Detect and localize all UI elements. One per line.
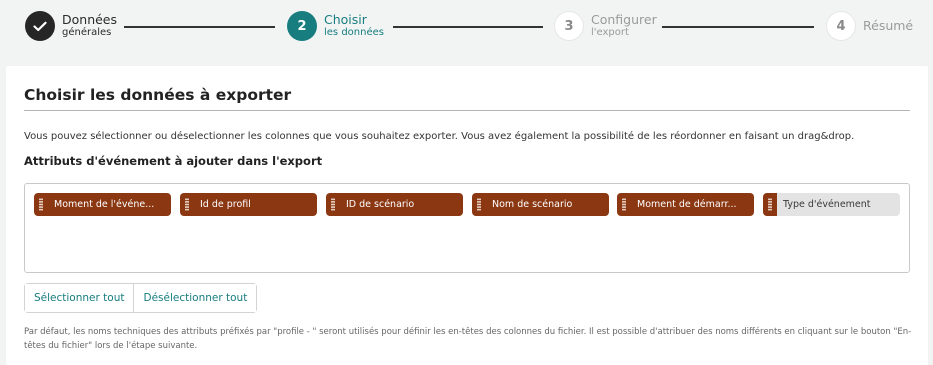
drag-handle-icon[interactable] xyxy=(34,193,48,216)
step-choose-data[interactable]: 2 Choisir les données xyxy=(287,11,384,41)
select-all-button[interactable]: Sélectionner tout xyxy=(25,284,134,312)
step-subtitle: générales xyxy=(62,27,112,39)
attribute-chip-deselected[interactable]: Type d'événement xyxy=(763,193,900,216)
step-subtitle: l'export xyxy=(591,27,629,39)
step-title: Choisir xyxy=(324,11,367,27)
step-title: Données xyxy=(62,11,118,27)
attribute-chip[interactable]: Id de profil xyxy=(180,193,317,216)
attribute-chip[interactable]: Moment de l'événe... xyxy=(34,193,171,216)
attribute-chip-label: Nom de scénario xyxy=(492,199,573,210)
drag-handle-icon[interactable] xyxy=(763,193,777,216)
step-number-badge: 4 xyxy=(826,11,856,41)
step-number-badge: 2 xyxy=(287,11,317,41)
attribute-chip-label: Moment de l'événe... xyxy=(54,199,155,210)
step-subtitle: les données xyxy=(324,27,384,39)
attribute-chip-label: Id de profil xyxy=(200,199,251,210)
attribute-chip[interactable]: ID de scénario xyxy=(326,193,463,216)
intro-text: Vous pouvez sélectionner ou déselectionn… xyxy=(24,131,855,142)
step-connector xyxy=(662,26,814,28)
drag-handle-icon[interactable] xyxy=(472,193,486,216)
selection-button-group: Sélectionner tout Désélectionner tout xyxy=(24,283,258,313)
check-icon xyxy=(25,11,55,41)
step-general-data[interactable]: Données générales xyxy=(25,11,117,41)
step-summary[interactable]: 4 Résumé xyxy=(826,11,913,41)
step-title: Résumé xyxy=(863,17,914,33)
wizard-stepper: Données générales 2 Choisir les données … xyxy=(0,0,933,56)
export-data-card: Choisir les données à exporter Vous pouv… xyxy=(6,66,928,365)
step-number-badge: 3 xyxy=(554,11,584,41)
page-title: Choisir les données à exporter xyxy=(24,86,292,104)
step-title: Configurer xyxy=(591,11,657,27)
section-title: Attributs d'événement à ajouter dans l'e… xyxy=(24,154,323,168)
title-divider xyxy=(24,110,910,111)
attributes-dropzone[interactable]: Moment de l'événe... Id de profil ID de … xyxy=(24,183,910,273)
attribute-chip-label: ID de scénario xyxy=(346,199,415,210)
drag-handle-icon[interactable] xyxy=(617,193,631,216)
headers-info-note: Par défaut, les noms techniques des attr… xyxy=(24,327,912,351)
step-connector xyxy=(124,26,275,28)
attribute-chip-label: Moment de démarr... xyxy=(637,199,737,210)
step-configure[interactable]: 3 Configurer l'export xyxy=(554,11,657,41)
deselect-all-button[interactable]: Désélectionner tout xyxy=(133,284,257,312)
attribute-chip[interactable]: Nom de scénario xyxy=(472,193,609,216)
drag-handle-icon[interactable] xyxy=(180,193,194,216)
step-connector xyxy=(393,26,543,28)
drag-handle-icon[interactable] xyxy=(326,193,340,216)
attribute-chip-label: Type d'événement xyxy=(783,199,871,210)
attribute-chip[interactable]: Moment de démarr... xyxy=(617,193,754,216)
